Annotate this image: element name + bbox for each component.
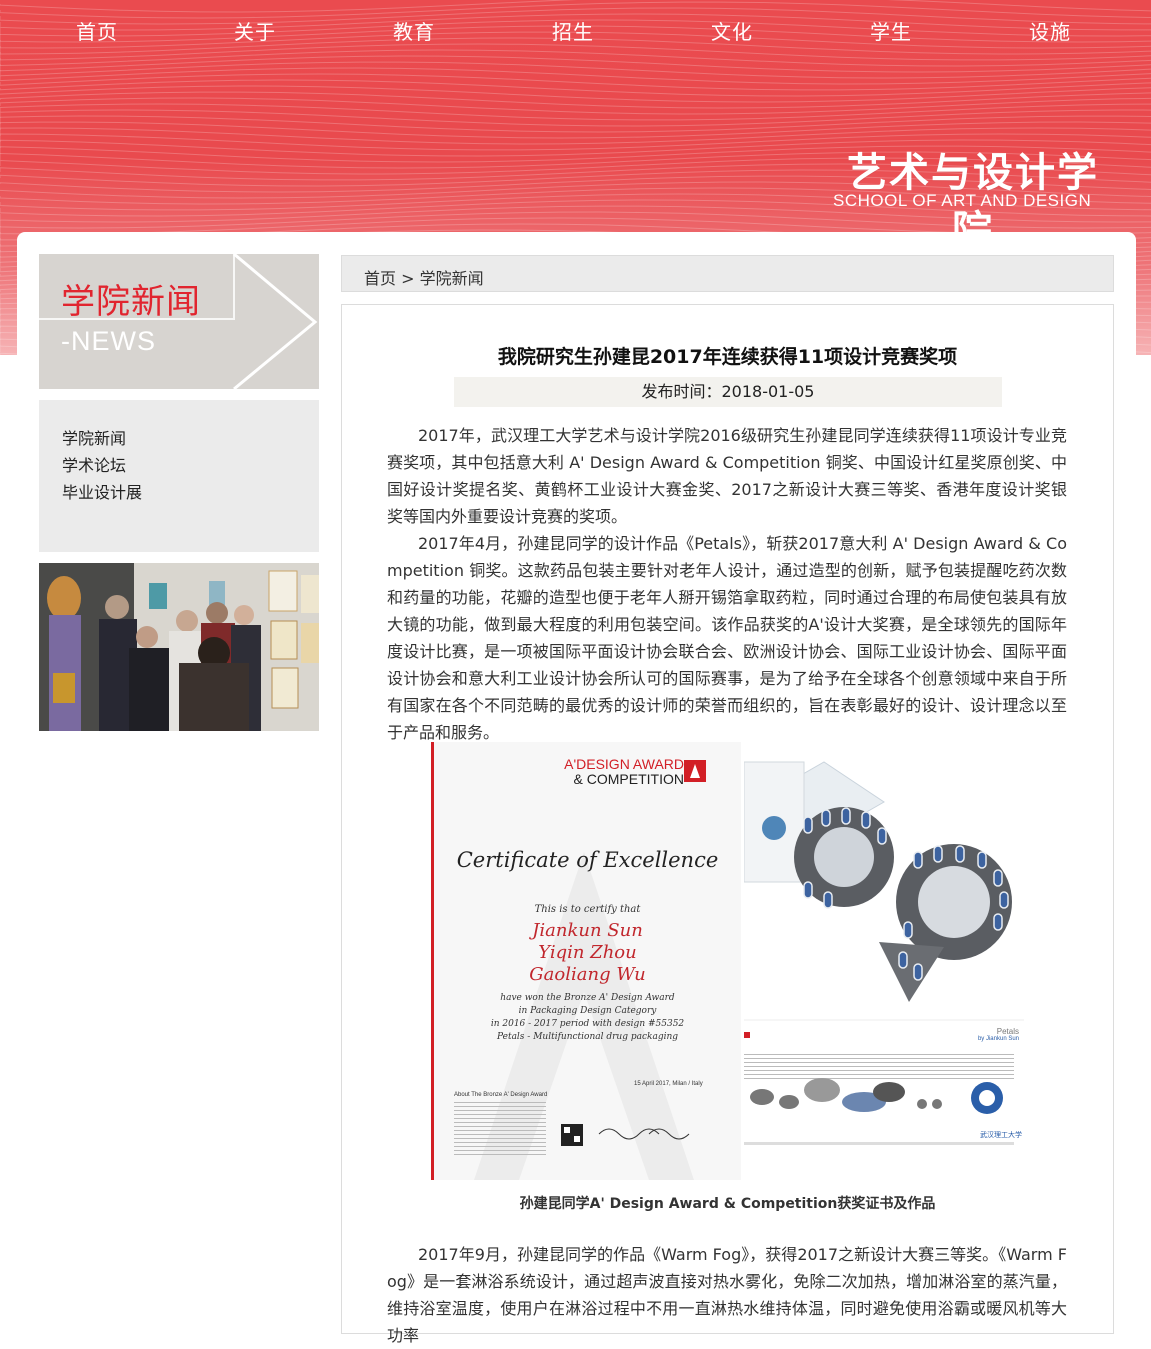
product-photo: 武汉理工大学 Petals by Jiankun Sun (744, 742, 1024, 1180)
exhibition-photo (39, 563, 319, 731)
product-title: Petals (996, 1027, 1019, 1036)
sidebar-heading: 学院新闻 -NEWS (39, 254, 319, 389)
article-paragraph-2: 2017年4月，孙建昆同学的设计作品《Petals》，斩获2017意大利 A' … (387, 534, 1067, 742)
wave-line (0, 97, 1151, 115)
certificate-heading: Certificate of Excellence (456, 848, 719, 872)
sidebar-photo[interactable] (39, 563, 319, 731)
certificate-body-1: have won the Bronze A' Design Award (500, 993, 675, 1003)
nav-item-admissions[interactable]: 招生 (523, 16, 623, 45)
school-logo-en: SCHOOL OF ART AND DESIGN (833, 191, 1092, 210)
sidebar-item-graduation-show[interactable]: 毕业设计展 (62, 479, 142, 506)
sidebar-subtitle: -NEWS (61, 326, 156, 356)
sidebar-item-forum[interactable]: 学术论坛 (62, 452, 142, 479)
certificate-brand-line-1: A'DESIGN AWARD (564, 756, 684, 772)
certificate-fine-print (454, 1102, 546, 1157)
sidebar-item-news[interactable]: 学院新闻 (62, 425, 142, 452)
sidebar-title: 学院新闻 (61, 282, 201, 322)
wave-line (0, 61, 1151, 79)
certificate-about-title: About The Bronze A' Design Award (454, 1092, 548, 1098)
certificate-brand-line-2: & COMPETITION (573, 771, 684, 787)
top-nav: 首页 关于 教育 招生 文化 学生 设施 (0, 0, 1151, 62)
award-certificate: A'DESIGN AWARD & COMPETITION Certificate… (431, 742, 741, 1180)
certificate-body-2: in Packaging Design Category (518, 1006, 657, 1016)
wave-line (0, 121, 1151, 139)
certificate-body-4: Petals - Multifunctional drug packaging (496, 1032, 679, 1042)
article-date: 发布时间：2018-01-05 (454, 377, 1002, 407)
article-content: 我院研究生孙建昆2017年连续获得11项设计竞赛奖项 发布时间：2018-01-… (341, 304, 1114, 1345)
award-figure[interactable]: A'DESIGN AWARD & COMPETITION Certificate… (431, 742, 1024, 1180)
certificate-date: 15 April 2017, Milan / Italy (634, 1081, 703, 1087)
breadcrumb: 首页 > 学院新闻 (341, 255, 1114, 292)
nav-item-home[interactable]: 首页 (47, 16, 147, 45)
breadcrumb-current[interactable]: 学院新闻 (420, 269, 484, 288)
certificate-brand: A'DESIGN AWARD & COMPETITION (564, 757, 684, 787)
nav-item-students[interactable]: 学生 (841, 16, 941, 45)
certificate-name-1: Jiankun Sun (532, 920, 643, 941)
breadcrumb-separator: > (401, 269, 415, 288)
product-byline: by Jiankun Sun (977, 1036, 1019, 1042)
figure-caption: 孙建昆同学A' Design Award & Competition获奖证书及作… (519, 1196, 936, 1212)
nav-item-education[interactable]: 教育 (364, 16, 464, 45)
sidebar-menu: 学院新闻 学术论坛 毕业设计展 (39, 400, 319, 552)
article-title: 我院研究生孙建昆2017年连续获得11项设计竞赛奖项 (497, 346, 958, 368)
nav-item-facilities[interactable]: 设施 (1000, 16, 1100, 45)
certificate-name-2: Yiqin Zhou (538, 942, 637, 963)
breadcrumb-home[interactable]: 首页 (364, 269, 396, 288)
certificate-body-3: in 2016 - 2017 period with design #55352 (490, 1019, 685, 1029)
svg-text:武汉理工大学: 武汉理工大学 (980, 1130, 1022, 1139)
article-paragraph-1: 2017年，武汉理工大学艺术与设计学院2016级研究生孙建昆同学连续获得11项设… (387, 426, 1067, 526)
nav-item-culture[interactable]: 文化 (682, 16, 782, 45)
certificate-certify-line: This is to certify that (534, 904, 641, 915)
wave-line (0, 91, 1151, 109)
nav-item-about[interactable]: 关于 (205, 16, 305, 45)
certificate-name-3: Gaoliang Wu (529, 964, 646, 985)
article-paragraph-3: 2017年9月，孙建昆同学的作品《Warm Fog》，获得2017之新设计大赛三… (387, 1245, 1067, 1345)
